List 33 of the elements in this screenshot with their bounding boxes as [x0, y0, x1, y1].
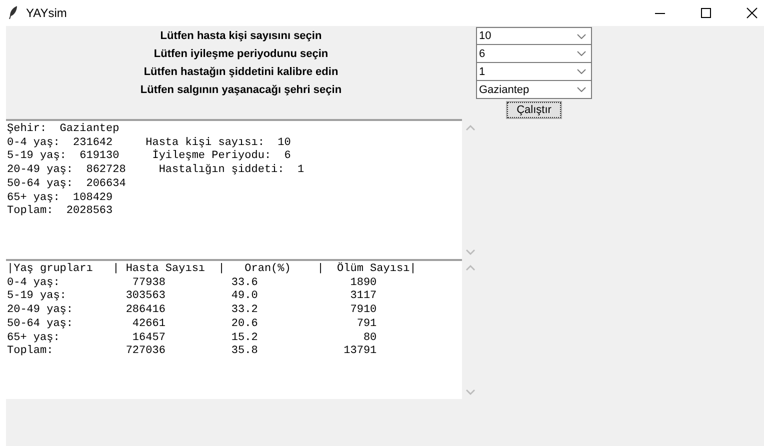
text-line: Şehir: Gaziantep: [7, 123, 120, 137]
text-line: 0-4 yaş: 77938 33.6 1890: [7, 276, 377, 290]
text-line: 5-19 yaş: 303563 49.0 3117: [7, 290, 377, 304]
text-line: Toplam: 2028563: [7, 205, 113, 219]
dropdown[interactable]: 10: [476, 27, 592, 45]
results-text-area[interactable]: [6, 259, 462, 399]
window-title: YAYsim: [26, 6, 67, 20]
field-label: Lütfen iyileşme periyodunu seçin: [154, 47, 328, 61]
text-line: 20-49 yaş: 286416 33.2 7910: [7, 304, 377, 318]
close-icon[interactable]: [746, 7, 758, 19]
text-line: 50-64 yaş: 42661 20.6 791: [7, 318, 377, 332]
text-line: 5-19 yaş: 619130 İyileşme Periyodu: 6: [7, 150, 291, 164]
dropdown[interactable]: 1: [476, 63, 592, 81]
chevron-down-icon: [577, 51, 586, 56]
text-line: 20-49 yaş: 862728 Hastalığın şiddeti: 1: [7, 164, 304, 178]
dropdown[interactable]: Gaziantep: [476, 81, 592, 99]
text-line: 65+ yaş: 108429: [7, 192, 113, 205]
field-label: Lütfen hasta kişi sayısını seçin: [160, 29, 322, 43]
chevron-down-icon: [577, 87, 586, 92]
text-line: 65+ yaş: 16457 15.2 80: [7, 332, 377, 345]
field-label: Lütfen salgının yaşanacağı şehri seçin: [140, 83, 342, 97]
feather-icon: [8, 6, 18, 20]
summary-text-area[interactable]: Şehir: Gaziantep 0-4 yaş: 231642 Hasta kişi sayısı: 10 5-19 yaş: 619130 İyileşme Periyodu: 6 20-49 yaş: 862728 Hastalığın şiddeti: 1 50-64 yaş: 206634 65+ yaş: 108429 Toplam: 2028563: [6, 119, 462, 259]
run-button[interactable]: Çalıştır: [506, 102, 562, 118]
field-label: Lütfen hastağın şiddetini kalibre edin: [144, 65, 338, 79]
text-line: Toplam: 727036 35.8 13791: [7, 345, 377, 359]
text-line: |Yaş grupları | Hasta Sayısı | Oran(%) | Ölüm Sayısı|: [7, 263, 416, 277]
text-line: 0-4 yaş: 231642 Hasta kişi sayısı: 10: [7, 136, 291, 149]
maximize-icon[interactable]: [700, 7, 712, 19]
chevron-down-icon: [577, 34, 586, 38]
dropdown[interactable]: 6: [476, 45, 592, 63]
text-line: 50-64 yaş: 206634: [7, 178, 126, 192]
chevron-down-icon: [577, 69, 586, 74]
